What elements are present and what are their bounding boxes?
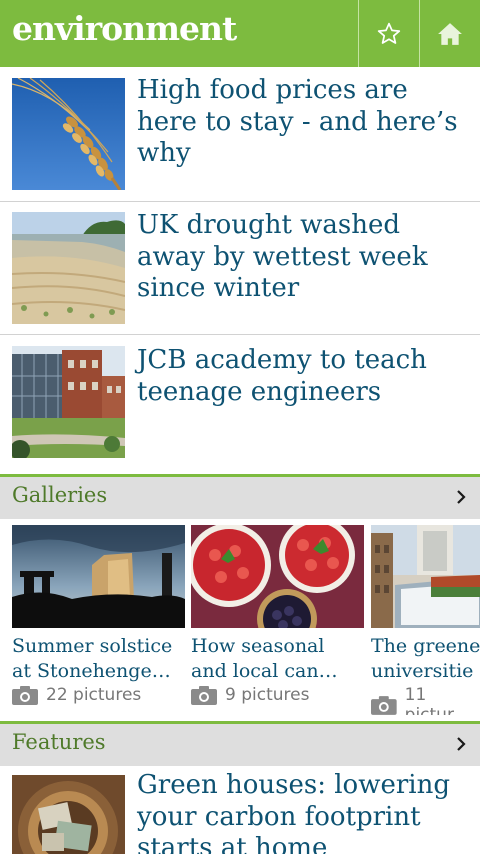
favorite-button[interactable] xyxy=(358,0,419,67)
gallery-image xyxy=(191,525,364,628)
camera-icon xyxy=(191,685,217,705)
chevron-right-icon xyxy=(457,490,466,504)
gallery-image xyxy=(371,525,480,628)
gallery-title: Summer solstice at Stonehenge… xyxy=(12,635,173,682)
home-icon xyxy=(438,22,462,45)
camera-icon xyxy=(12,685,38,705)
feature-item[interactable]: Green houses: lowering your carbon footp… xyxy=(0,766,480,854)
gallery-title: The greene universitie xyxy=(371,635,480,682)
story-headline: High food prices are here to stay - and … xyxy=(137,75,458,168)
galleries-section-header[interactable]: Galleries xyxy=(0,474,480,519)
gallery-count-text: 9 pictures xyxy=(225,685,310,705)
feature-thumbnail xyxy=(12,775,125,854)
story-item[interactable]: JCB academy to teach teenage engineers xyxy=(0,335,480,475)
star-icon xyxy=(377,22,401,44)
gallery-image xyxy=(12,525,185,628)
galleries-label: Galleries xyxy=(12,483,108,507)
gallery-title: How seasonal and local can… xyxy=(191,635,338,682)
story-item[interactable]: High food prices are here to stay - and … xyxy=(0,67,480,202)
section-title: environment xyxy=(12,9,237,48)
chevron-right-icon xyxy=(457,737,466,751)
gallery-count-text: 11 pictur xyxy=(404,685,454,715)
story-item[interactable]: UK drought washed away by wettest week s… xyxy=(0,202,480,335)
home-button[interactable] xyxy=(419,0,480,67)
gallery-count: 9 pictures xyxy=(191,685,309,705)
gallery-card[interactable]: How seasonal and local can… 9 pictures xyxy=(191,525,364,715)
gallery-count-text: 22 pictures xyxy=(46,685,142,705)
story-headline: UK drought washed away by wettest week s… xyxy=(137,210,428,303)
gallery-card[interactable]: Summer solstice at Stonehenge… 22 pictur… xyxy=(12,525,185,715)
story-thumbnail xyxy=(12,346,125,458)
app-header: environment xyxy=(0,0,480,67)
story-thumbnail xyxy=(12,78,125,190)
features-section-header[interactable]: Features xyxy=(0,721,480,766)
gallery-card[interactable]: The greene universitie 11 pictur xyxy=(371,525,480,715)
gallery-count: 11 pictur xyxy=(371,685,480,715)
feature-headline: Green houses: lowering your carbon footp… xyxy=(137,770,450,854)
gallery-count: 22 pictures xyxy=(12,685,141,705)
story-thumbnail xyxy=(12,212,125,324)
camera-icon xyxy=(371,695,397,715)
story-headline: JCB academy to teach teenage engineers xyxy=(137,345,427,407)
features-label: Features xyxy=(12,730,106,754)
